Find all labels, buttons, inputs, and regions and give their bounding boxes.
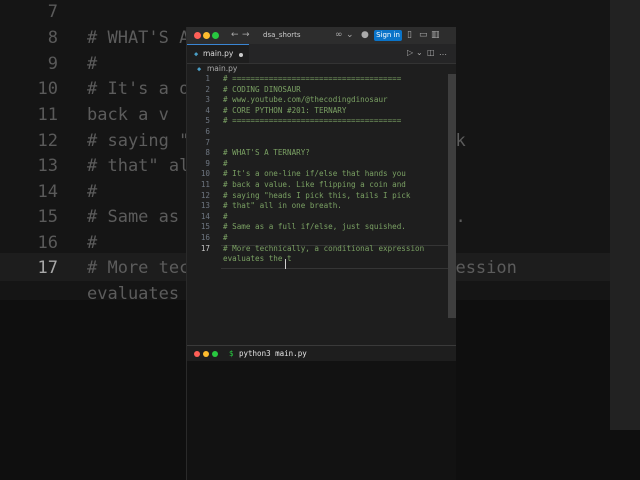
python-file-icon: ◆	[194, 50, 199, 58]
code-line: 4 # CORE PYTHON #201: TERNARY	[205, 105, 347, 115]
minimize-window-button[interactable]	[203, 32, 210, 39]
back-arrow-icon[interactable]: ←	[231, 30, 239, 41]
account-icon[interactable]: ●	[361, 30, 369, 41]
text-cursor	[285, 259, 286, 269]
code-line: 10 # It's a one-line if/else that hands y…	[200, 169, 406, 179]
tab-bar: ◆ main.py ▷ ⌄ ◫ …	[187, 44, 456, 64]
python-file-icon: ◆	[197, 65, 202, 73]
vertical-scrollbar[interactable]	[448, 74, 456, 318]
background-scrollbar	[610, 0, 640, 430]
maximize-window-button[interactable]	[212, 32, 219, 39]
tab-label: main.py	[203, 49, 234, 58]
run-options-chevron-icon[interactable]: ⌄	[416, 48, 423, 58]
chevron-down-icon[interactable]: ⌄	[346, 30, 354, 41]
terminal-close-dot	[194, 351, 200, 357]
editor-window: ← → dsa_shorts ∞ ⌄ ● Sign in ▯ ▭ ▥ ◆ mai…	[186, 27, 456, 480]
terminal-header: $ python3 main.py	[187, 346, 456, 361]
layout-icon[interactable]: ▥	[431, 30, 440, 41]
toggle-panel-icon[interactable]: ▭	[419, 30, 428, 41]
forward-arrow-icon[interactable]: →	[242, 30, 250, 41]
code-line: 17 # More technically, a conditional expr…	[200, 243, 425, 253]
code-line: 8 # WHAT'S A TERNARY?	[205, 148, 310, 158]
toggle-sidebar-icon[interactable]: ▯	[407, 30, 412, 41]
title-bar: ← → dsa_shorts ∞ ⌄ ● Sign in ▯ ▭ ▥	[187, 27, 456, 44]
code-line: 3 # www.youtube.com/@thecodingdinosaur	[205, 95, 388, 105]
terminal-prompt: $	[229, 349, 234, 358]
code-line: 11 # back a value. Like flipping a coin a…	[200, 180, 406, 189]
code-line: 15 # Same as a full if/else, just squishe…	[200, 222, 406, 232]
run-icon[interactable]: ▷	[407, 48, 413, 58]
code-line: 7	[205, 137, 210, 147]
terminal-command: python3 main.py	[239, 349, 307, 358]
code-line: 1 # =====================================	[205, 74, 402, 83]
tab-main-py[interactable]: ◆ main.py	[187, 44, 249, 63]
code-line: 12 # saying "heads I pick this, tails I p…	[200, 190, 411, 200]
code-line: 13 # that" all in one breath.	[200, 201, 342, 211]
breadcrumb-label: main.py	[207, 64, 238, 73]
unsaved-dot-icon[interactable]	[239, 53, 243, 57]
code-line: 2 # CODING DINOSAUR	[205, 84, 301, 94]
terminal-minimize-dot	[203, 351, 209, 357]
terminal-output[interactable]	[187, 361, 456, 480]
sign-in-button[interactable]: Sign in	[374, 30, 402, 41]
code-line: 9 #	[205, 158, 228, 168]
copilot-icon[interactable]: ∞	[335, 30, 343, 41]
code-line: 6	[205, 127, 210, 136]
split-editor-icon[interactable]: ◫	[427, 48, 435, 58]
more-actions-icon[interactable]: …	[439, 48, 447, 58]
code-line: 16 #	[200, 233, 228, 242]
code-line: evaluates the t	[223, 254, 292, 264]
code-line: 14 #	[200, 211, 228, 221]
close-window-button[interactable]	[194, 32, 201, 39]
code-line: 5 # =====================================	[205, 116, 402, 126]
terminal-maximize-dot	[212, 351, 218, 357]
